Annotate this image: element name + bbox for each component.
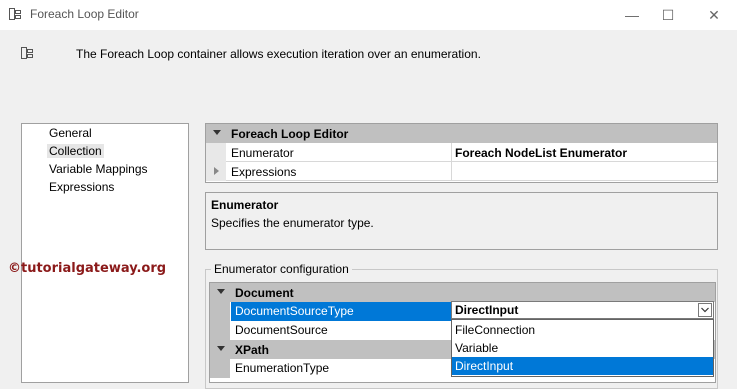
nav-item-collection[interactable]: Collection: [47, 144, 104, 158]
description-title: Enumerator: [211, 198, 279, 212]
property-row-enumerator[interactable]: Enumerator Foreach NodeList Enumerator: [206, 143, 717, 162]
enumerator-config-label: Enumerator configuration: [211, 262, 352, 276]
nav-item-general[interactable]: General: [47, 126, 94, 140]
category-row[interactable]: Foreach Loop Editor: [206, 124, 717, 143]
properties-grid: Foreach Loop Editor Enumerator Foreach N…: [205, 123, 718, 183]
property-name: Expressions: [231, 165, 297, 179]
nav-item-expressions[interactable]: Expressions: [47, 180, 116, 194]
category-row-document[interactable]: Document: [210, 283, 715, 302]
collapse-arrow-icon[interactable]: [217, 289, 225, 294]
foreach-loop-icon: [21, 47, 33, 59]
foreach-loop-icon: [9, 8, 21, 20]
page-navigation: General Collection Variable Mappings Exp…: [21, 123, 189, 383]
header-description: The Foreach Loop container allows execut…: [76, 47, 481, 61]
collapse-arrow-icon[interactable]: [217, 346, 225, 351]
description-panel: Enumerator Specifies the enumerator type…: [205, 192, 718, 250]
chevron-down-icon: [701, 307, 709, 313]
category-label: Foreach Loop Editor: [231, 127, 349, 141]
property-name: DocumentSourceType: [231, 302, 451, 321]
documentsourcetype-combobox[interactable]: DirectInput: [451, 301, 714, 319]
property-name: EnumerationType: [235, 361, 330, 375]
watermark: ©tutorialgateway.org: [8, 261, 167, 276]
property-name: DocumentSource: [235, 323, 328, 337]
property-name: Enumerator: [231, 146, 294, 160]
minimize-button[interactable]: —: [614, 0, 650, 30]
dropdown-option-directinput[interactable]: DirectInput: [452, 357, 713, 375]
description-text: Specifies the enumerator type.: [211, 216, 374, 230]
collapse-arrow-icon[interactable]: [213, 130, 221, 135]
window-title: Foreach Loop Editor: [30, 7, 139, 21]
close-button[interactable]: ✕: [696, 0, 732, 30]
maximize-button[interactable]: ☐: [650, 0, 686, 30]
dropdown-option-variable[interactable]: Variable: [452, 339, 713, 357]
property-row-expressions[interactable]: Expressions: [206, 162, 717, 181]
nav-item-variable-mappings[interactable]: Variable Mappings: [47, 162, 150, 176]
combobox-value: DirectInput: [455, 303, 519, 317]
property-value[interactable]: Foreach NodeList Enumerator: [455, 146, 627, 160]
dropdown-button[interactable]: [698, 303, 712, 317]
dropdown-list: FileConnection Variable DirectInput: [451, 319, 714, 377]
expand-arrow-icon[interactable]: [214, 167, 219, 175]
dropdown-option-fileconnection[interactable]: FileConnection: [452, 321, 713, 339]
